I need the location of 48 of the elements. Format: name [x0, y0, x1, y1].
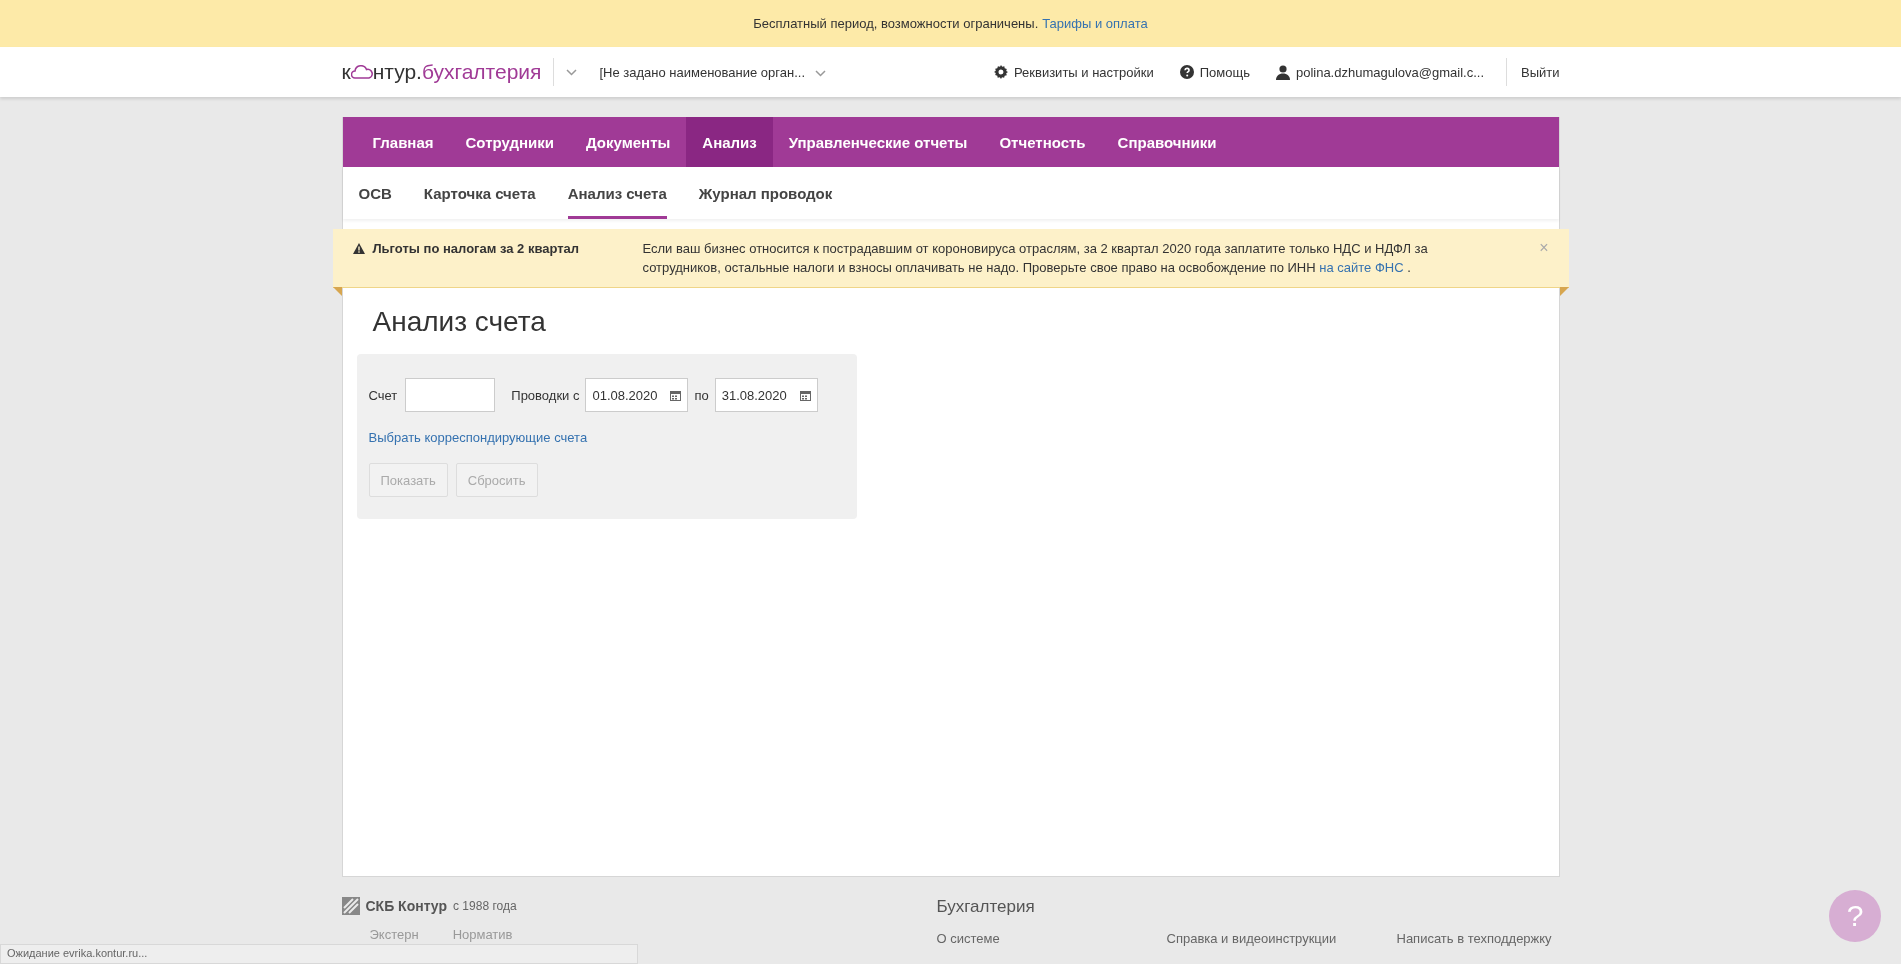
settings-icon	[993, 65, 1008, 79]
footer-link[interactable]: Написать в техподдержку	[1396, 931, 1552, 946]
user-icon	[1275, 64, 1290, 80]
footer-heading: Бухгалтерия	[936, 897, 1036, 917]
promo-text: Бесплатный период, возможности ограничены.	[753, 16, 1039, 31]
account-field[interactable]	[405, 378, 496, 412]
brand-name: СКБ Контур	[365, 898, 448, 914]
fns-link[interactable]: на сайте ФНС	[1319, 260, 1404, 275]
nav-tab[interactable]: Сотрудники	[449, 117, 570, 167]
header-link[interactable]: Помощь	[1179, 64, 1250, 80]
page-title: Анализ счета	[372, 306, 547, 338]
chevron-down-icon[interactable]	[815, 70, 827, 77]
ribbon-fold	[332, 287, 342, 296]
header-link-label[interactable]: Помощь	[1199, 64, 1250, 80]
notice-title-text: Льготы по налогам за 2 квартал	[372, 240, 580, 258]
status-bar: Ожидание evrika.kontur.ru...	[0, 944, 638, 964]
nav-tab[interactable]: Документы	[569, 117, 687, 167]
chevron-down-icon[interactable]	[566, 68, 578, 76]
help-icon	[1179, 65, 1194, 79]
footer-link[interactable]: Справка и видеоинструкции	[1166, 931, 1397, 946]
select-accounts-link[interactable]: Выбрать корреспондирующие счета	[368, 430, 588, 445]
cloud-icon	[350, 65, 373, 79]
warning-icon	[352, 243, 365, 254]
calendar-icon[interactable]	[799, 389, 811, 401]
nav-tab[interactable]: Анализ	[686, 117, 773, 167]
sub-tab[interactable]: ОСВ	[358, 167, 392, 219]
sub-tab[interactable]: Журнал проводок	[698, 167, 833, 219]
logout-link[interactable]: Выйти	[1521, 64, 1560, 80]
sub-tab[interactable]: Карточка счета	[423, 167, 536, 219]
nav-tab[interactable]: Управленческие отчеты	[772, 117, 984, 167]
ribbon-fold	[1559, 287, 1569, 296]
calendar-icon[interactable]	[670, 389, 682, 401]
date-from-field[interactable]: 01.08.2020	[585, 378, 689, 412]
period-label: Проводки с	[511, 387, 580, 403]
brand-since: с 1988 года	[453, 899, 517, 913]
nav-tab[interactable]: Справочники	[1101, 117, 1233, 167]
brand-logo-icon	[341, 897, 360, 915]
footer-link[interactable]: О системе	[936, 931, 1167, 946]
date-to-field[interactable]: 31.08.2020	[714, 378, 818, 412]
logo[interactable]: к нтур.бухгалтерия	[341, 60, 542, 84]
notice-text: Если ваш бизнес относится к пострадавшим от короновируса отраслям, за 2 квартал 2020 года заплатите только НДС и НДФЛ за сотрудников, остальные налоги и взносы оплачивать не надо. Проверьте свое право на освобождение по ИНН на сайте ФНС .	[642, 240, 1429, 277]
account-label: Счет	[368, 387, 398, 403]
to-label: по	[694, 387, 709, 403]
pricing-link[interactable]: Тарифы и оплата	[1042, 16, 1148, 31]
sub-tab[interactable]: Анализ счета	[567, 167, 667, 219]
organization-selector[interactable]: [Не задано наименование орган...	[599, 64, 806, 80]
nav-tab[interactable]: Главная	[356, 117, 450, 167]
nav-tab[interactable]: Отчетность	[983, 117, 1102, 167]
